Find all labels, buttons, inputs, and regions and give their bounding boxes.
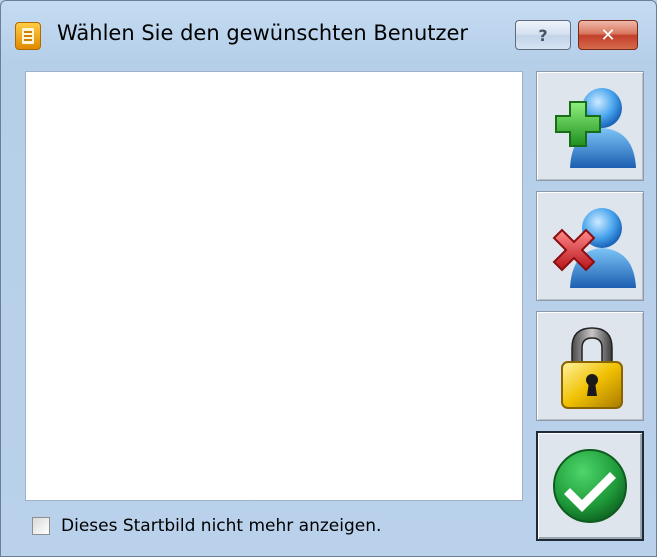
window-title: Wählen Sie den gewünschten Benutzer bbox=[57, 21, 469, 45]
add-user-icon bbox=[555, 88, 636, 168]
add-user-button[interactable] bbox=[536, 71, 644, 181]
dont-show-again-checkbox[interactable] bbox=[32, 517, 50, 535]
dont-show-again-label[interactable]: Dieses Startbild nicht mehr anzeigen. bbox=[61, 516, 381, 536]
close-icon: ✕ bbox=[600, 24, 616, 46]
app-icon bbox=[15, 22, 41, 50]
users-listbox[interactable] bbox=[25, 71, 523, 501]
question-mark-icon: ? bbox=[538, 25, 548, 45]
lock-button[interactable] bbox=[536, 311, 644, 421]
remove-user-icon bbox=[552, 208, 636, 288]
help-button[interactable]: ? bbox=[515, 20, 571, 50]
close-button[interactable]: ✕ bbox=[578, 20, 638, 50]
padlock-icon bbox=[561, 327, 623, 409]
title-bar[interactable]: Wählen Sie den gewünschten Benutzer ? ✕ bbox=[1, 1, 656, 61]
checkmark-icon bbox=[553, 449, 627, 523]
remove-user-button[interactable] bbox=[536, 191, 644, 301]
dialog-window: Wählen Sie den gewünschten Benutzer ? ✕ bbox=[0, 0, 657, 557]
ok-button[interactable] bbox=[536, 431, 644, 541]
